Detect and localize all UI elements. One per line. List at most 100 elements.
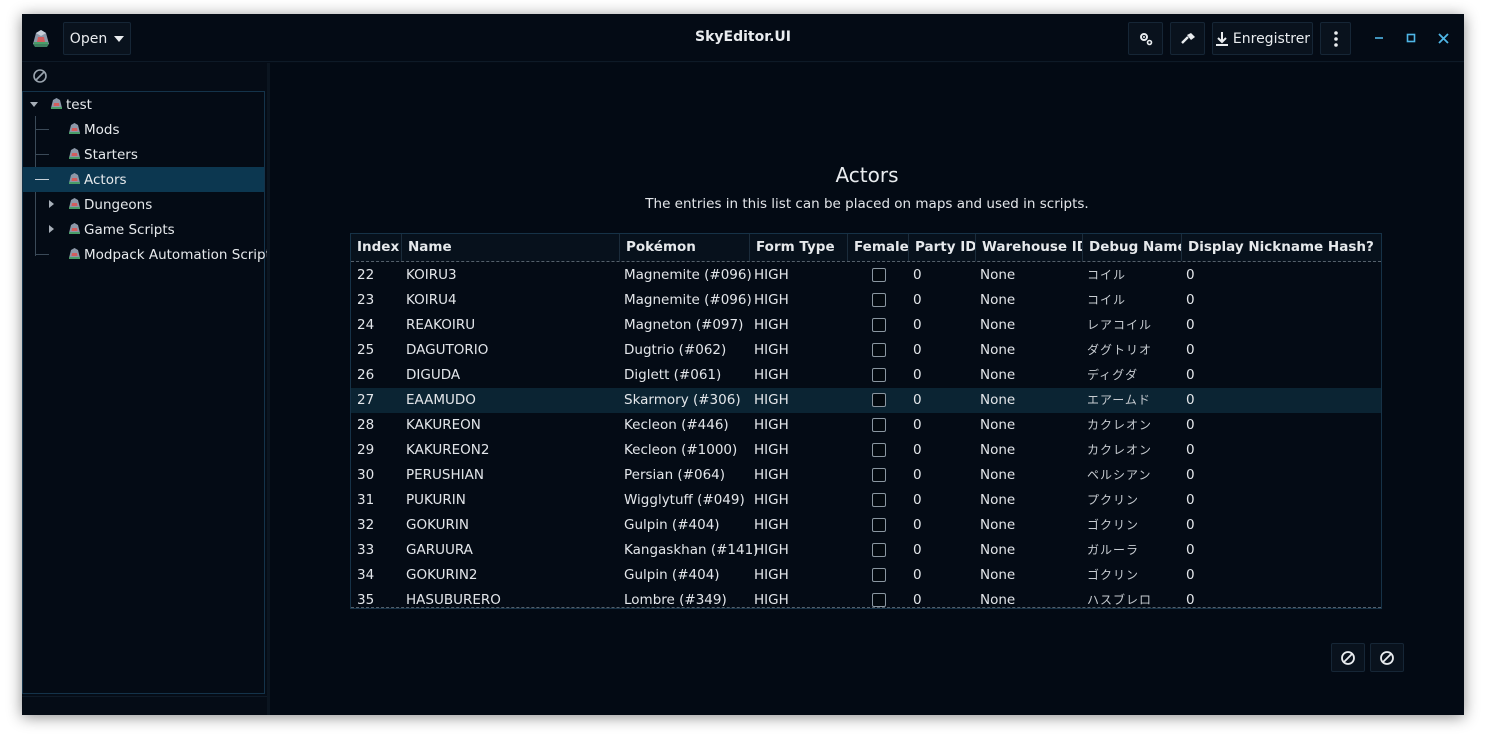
cell-warehouse[interactable]: None <box>976 413 1015 438</box>
table-row[interactable]: 34 GOKURIN2 Gulpin (#404) HIGH 0 None ゴクリン 0 <box>351 563 1381 588</box>
cell-hash[interactable]: 0 <box>1182 463 1195 488</box>
cell-debug[interactable]: ハスブレロ <box>1083 588 1152 608</box>
female-checkbox[interactable] <box>872 368 886 382</box>
collapsed-arrow-icon[interactable] <box>49 225 54 233</box>
female-checkbox[interactable] <box>872 343 886 357</box>
cell-pokemon[interactable]: Magnemite (#096) <box>620 263 752 288</box>
cell-pokemon[interactable]: Lombre (#349) <box>620 588 727 608</box>
cell-hash[interactable]: 0 <box>1182 413 1195 438</box>
cell-party[interactable]: 0 <box>909 263 922 288</box>
cell-warehouse[interactable]: None <box>976 263 1015 288</box>
cell-form[interactable]: HIGH <box>750 363 789 388</box>
cell-hash[interactable]: 0 <box>1182 438 1195 463</box>
cell-debug[interactable]: エアームド <box>1083 388 1151 413</box>
table-row[interactable]: 33 GARUURA Kangaskhan (#141) HIGH 0 None ガルーラ 0 <box>351 538 1381 563</box>
cell-form[interactable]: HIGH <box>750 313 789 338</box>
cell-form[interactable]: HIGH <box>750 463 789 488</box>
cell-warehouse[interactable]: None <box>976 463 1015 488</box>
table-row[interactable]: 24 REAKOIRU Magneton (#097) HIGH 0 None レアコイル 0 <box>351 313 1381 338</box>
cell-index[interactable]: 22 <box>353 263 374 288</box>
female-checkbox[interactable] <box>872 268 886 282</box>
cell-party[interactable]: 0 <box>909 563 922 588</box>
female-checkbox[interactable] <box>872 568 886 582</box>
cell-form[interactable]: HIGH <box>750 488 789 513</box>
cell-name[interactable]: PUKURIN <box>402 488 466 513</box>
cell-warehouse[interactable]: None <box>976 388 1015 413</box>
cell-index[interactable]: 25 <box>353 338 374 363</box>
remove-entry-button[interactable] <box>1331 643 1365 672</box>
female-checkbox[interactable] <box>872 293 886 307</box>
female-checkbox[interactable] <box>872 418 886 432</box>
cell-index[interactable]: 26 <box>353 363 374 388</box>
cell-name[interactable]: REAKOIRU <box>402 313 475 338</box>
female-checkbox[interactable] <box>872 518 886 532</box>
cell-pokemon[interactable]: Magnemite (#096) <box>620 288 752 313</box>
cell-debug[interactable]: ゴクリン <box>1083 563 1139 588</box>
cell-index[interactable]: 31 <box>353 488 374 513</box>
cell-warehouse[interactable]: None <box>976 363 1015 388</box>
tree-item-mods[interactable]: Mods <box>23 117 264 142</box>
cell-index[interactable]: 29 <box>353 438 374 463</box>
cell-index[interactable]: 23 <box>353 288 374 313</box>
cell-form[interactable]: HIGH <box>750 338 789 363</box>
column-header-pokemon[interactable]: Pokémon <box>620 234 750 261</box>
minimize-button[interactable] <box>1369 28 1389 48</box>
cell-form[interactable]: HIGH <box>750 588 789 608</box>
cell-party[interactable]: 0 <box>909 463 922 488</box>
cell-party[interactable]: 0 <box>909 488 922 513</box>
tree-item-actors[interactable]: Actors <box>23 167 264 192</box>
cell-form[interactable]: HIGH <box>750 438 789 463</box>
tree-item-modpack-automation-scripts[interactable]: Modpack Automation Scripts <box>23 242 278 267</box>
cell-pokemon[interactable]: Skarmory (#306) <box>620 388 741 413</box>
table-row[interactable]: 28 KAKUREON Kecleon (#446) HIGH 0 None カクレオン 0 <box>351 413 1381 438</box>
cell-index[interactable]: 28 <box>353 413 374 438</box>
column-header-female[interactable]: Female <box>848 234 909 261</box>
settings-button[interactable] <box>1128 22 1163 55</box>
table-row[interactable]: 22 KOIRU3 Magnemite (#096) HIGH 0 None コイル 0 <box>351 263 1381 288</box>
cell-pokemon[interactable]: Persian (#064) <box>620 463 725 488</box>
cell-party[interactable]: 0 <box>909 313 922 338</box>
table-row[interactable]: 35 HASUBURERO Lombre (#349) HIGH 0 None ハスブレロ 0 <box>351 588 1381 608</box>
column-header-form-type[interactable]: Form Type <box>750 234 848 261</box>
cell-pokemon[interactable]: Gulpin (#404) <box>620 563 720 588</box>
female-checkbox[interactable] <box>872 393 886 407</box>
table-row[interactable]: 32 GOKURIN Gulpin (#404) HIGH 0 None ゴクリン 0 <box>351 513 1381 538</box>
open-menu-button[interactable]: Open <box>63 22 131 55</box>
cell-form[interactable]: HIGH <box>750 538 789 563</box>
tree-item-dungeons[interactable]: Dungeons <box>23 192 264 217</box>
cell-debug[interactable]: ガルーラ <box>1083 538 1139 563</box>
more-options-button[interactable] <box>1320 22 1351 55</box>
cell-pokemon[interactable]: Kangaskhan (#141) <box>620 538 758 563</box>
cell-pokemon[interactable]: Gulpin (#404) <box>620 513 720 538</box>
cell-index[interactable]: 27 <box>353 388 374 413</box>
cell-party[interactable]: 0 <box>909 363 922 388</box>
cell-debug[interactable]: コイル <box>1083 263 1126 288</box>
cell-warehouse[interactable]: None <box>976 438 1015 463</box>
table-row[interactable]: 26 DIGUDA Diglett (#061) HIGH 0 None ディグダ 0 <box>351 363 1381 388</box>
cell-debug[interactable]: ゴクリン <box>1083 513 1139 538</box>
female-checkbox[interactable] <box>872 543 886 557</box>
cell-warehouse[interactable]: None <box>976 538 1015 563</box>
cell-pokemon[interactable]: Kecleon (#446) <box>620 413 729 438</box>
cell-form[interactable]: HIGH <box>750 563 789 588</box>
cell-hash[interactable]: 0 <box>1182 563 1195 588</box>
cell-party[interactable]: 0 <box>909 288 922 313</box>
cell-warehouse[interactable]: None <box>976 513 1015 538</box>
expanded-arrow-icon[interactable] <box>30 102 38 107</box>
cell-pokemon[interactable]: Kecleon (#1000) <box>620 438 737 463</box>
cell-form[interactable]: HIGH <box>750 388 789 413</box>
cell-pokemon[interactable]: Wigglytuff (#049) <box>620 488 745 513</box>
cell-form[interactable]: HIGH <box>750 513 789 538</box>
cell-name[interactable]: EAAMUDO <box>402 388 476 413</box>
cell-index[interactable]: 34 <box>353 563 374 588</box>
tree-item-test[interactable]: test <box>23 92 264 117</box>
cell-party[interactable]: 0 <box>909 538 922 563</box>
cell-name[interactable]: GOKURIN <box>402 513 469 538</box>
cell-hash[interactable]: 0 <box>1182 288 1195 313</box>
cell-debug[interactable]: ペルシアン <box>1083 463 1152 488</box>
cell-hash[interactable]: 0 <box>1182 588 1195 608</box>
cell-pokemon[interactable]: Magneton (#097) <box>620 313 743 338</box>
cell-name[interactable]: KOIRU3 <box>402 263 457 288</box>
cell-name[interactable]: KAKUREON <box>402 413 481 438</box>
cell-index[interactable]: 35 <box>353 588 374 608</box>
